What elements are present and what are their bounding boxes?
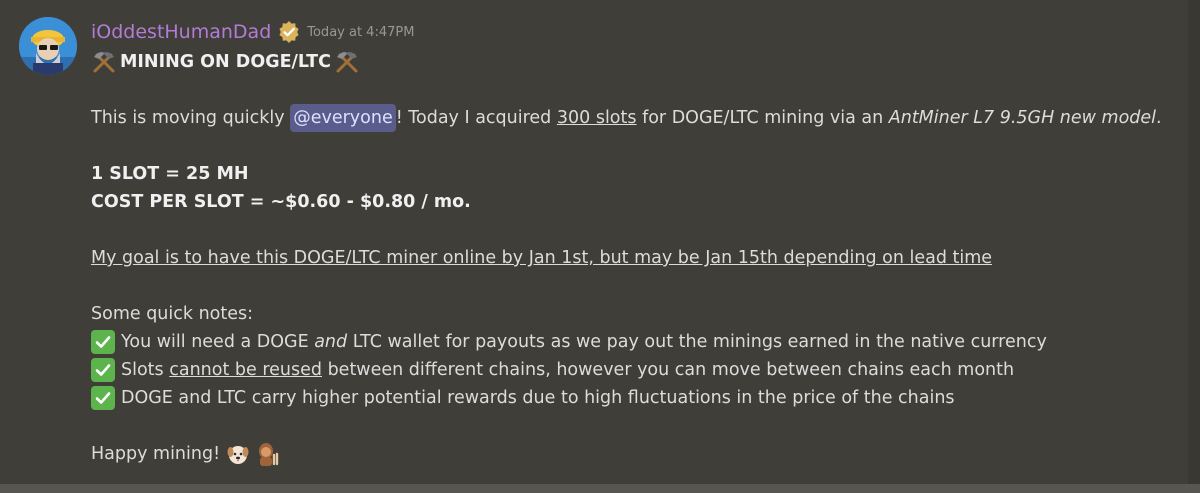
verified-badge-icon — [279, 21, 299, 43]
slot-size-line: 1 SLOT = 25 MH — [91, 164, 249, 184]
hammer-pick-icon — [93, 52, 115, 73]
vertical-scrollbar[interactable] — [1188, 0, 1200, 493]
message-content: MINING ON DOGE/LTC This is moving quickl… — [91, 48, 1181, 468]
message-title-line: MINING ON DOGE/LTC — [91, 48, 1181, 76]
avatar-image-icon — [19, 17, 77, 75]
goal-line: My goal is to have this DOGE/LTC miner o… — [91, 244, 1181, 272]
everyone-mention[interactable]: @everyone — [290, 104, 396, 132]
slots-link[interactable]: 300 slots — [557, 104, 637, 132]
check-mark-icon — [91, 358, 115, 382]
intro-text-4: . — [1156, 108, 1162, 128]
bottom-divider — [0, 484, 1200, 493]
note-2-text-a: Slots — [121, 360, 170, 380]
check-mark-icon — [91, 386, 115, 410]
author-name[interactable]: iOddestHumanDad — [91, 21, 271, 43]
person-peace-sign-emoji-icon — [259, 443, 279, 466]
message-header: iOddestHumanDad Today at 4:47PM — [91, 16, 414, 48]
intro-text-1: This is moving quickly — [91, 108, 291, 128]
dog-face-emoji-icon — [227, 446, 249, 464]
note-item: DOGE and LTC carry higher potential rewa… — [91, 384, 1181, 412]
note-3-text: DOGE and LTC carry higher potential rewa… — [121, 388, 955, 408]
cost-per-slot-line: COST PER SLOT = ~$0.60 - $0.80 / mo. — [91, 192, 471, 212]
intro-line: This is moving quickly @everyone ! Today… — [91, 104, 1181, 132]
user-avatar[interactable] — [19, 17, 77, 75]
notes-heading: Some quick notes: — [91, 304, 254, 324]
intro-text-3: for DOGE/LTC mining via an — [636, 108, 889, 128]
message-timestamp[interactable]: Today at 4:47PM — [307, 25, 414, 40]
check-mark-icon — [91, 330, 115, 354]
note-item: Slots cannot be reused between different… — [91, 356, 1181, 384]
intro-text-2: ! Today I acquired — [395, 108, 557, 128]
hammer-pick-icon — [336, 52, 358, 73]
miner-model: AntMiner L7 9.5GH new model — [888, 108, 1157, 128]
closing-text: Happy mining! — [91, 444, 221, 464]
note-2-text-c: between different chains, however you ca… — [322, 360, 1015, 380]
closing-line: Happy mining! — [91, 440, 1181, 468]
note-2-text-b: cannot be reused — [169, 360, 322, 380]
note-1-text-a: You will need a DOGE — [121, 332, 315, 352]
note-1-text-b: and — [314, 332, 348, 352]
goal-text: My goal is to have this DOGE/LTC miner o… — [91, 248, 993, 268]
note-item: You will need a DOGE and LTC wallet for … — [91, 328, 1181, 356]
message-title: MINING ON DOGE/LTC — [120, 52, 331, 72]
note-1-text-c: LTC wallet for payouts as we pay out the… — [347, 332, 1047, 352]
